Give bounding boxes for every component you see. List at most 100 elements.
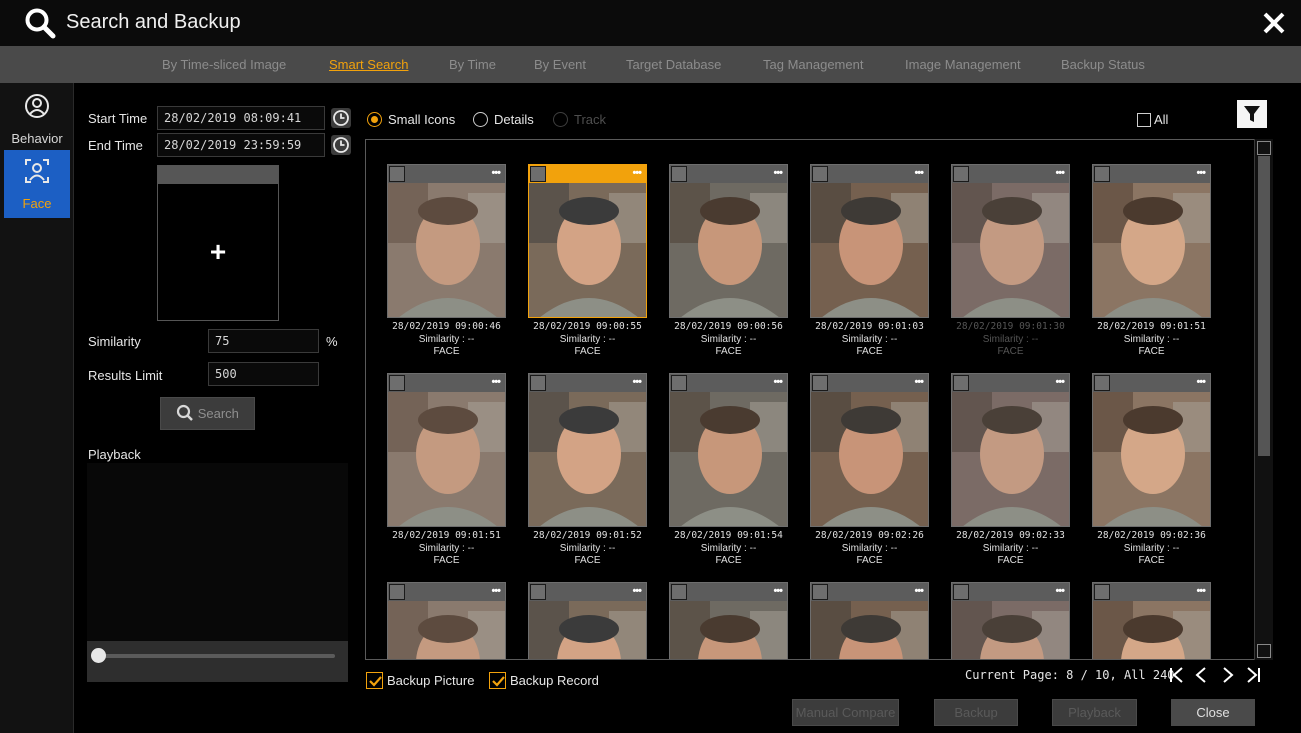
face-photo <box>388 183 505 317</box>
more-options-icon[interactable]: ••• <box>632 376 642 388</box>
result-thumbnail[interactable]: ••• <box>387 164 506 318</box>
more-options-icon[interactable]: ••• <box>773 376 783 388</box>
more-options-icon[interactable]: ••• <box>491 585 501 597</box>
more-options-icon[interactable]: ••• <box>632 167 642 179</box>
search-button[interactable]: Search <box>160 397 255 430</box>
filter-button[interactable] <box>1237 100 1267 128</box>
result-thumbnail[interactable]: ••• <box>1092 582 1211 659</box>
select-all-checkbox[interactable]: All <box>1137 112 1168 127</box>
result-checkbox[interactable] <box>953 375 969 391</box>
end-time-input[interactable]: 28/02/2019 23:59:59 <box>157 133 325 157</box>
result-checkbox[interactable] <box>530 166 546 182</box>
tab-time-sliced-image[interactable]: By Time-sliced Image <box>162 57 286 72</box>
result-checkbox[interactable] <box>953 166 969 182</box>
sidebar-item-behavior[interactable]: Behavior <box>4 85 70 153</box>
more-options-icon[interactable]: ••• <box>773 585 783 597</box>
result-checkbox[interactable] <box>953 584 969 600</box>
more-options-icon[interactable]: ••• <box>914 167 924 179</box>
result-thumbnail[interactable]: ••• <box>669 164 788 318</box>
result-thumbnail[interactable]: ••• <box>1092 164 1211 318</box>
close-icon[interactable] <box>1261 10 1287 36</box>
last-page-icon[interactable] <box>1244 664 1264 686</box>
more-options-icon[interactable]: ••• <box>1055 376 1065 388</box>
result-thumbnail[interactable]: ••• <box>669 373 788 527</box>
result-thumbnail[interactable]: ••• <box>528 582 647 659</box>
result-thumbnail[interactable]: ••• <box>810 582 929 659</box>
result-thumbnail[interactable]: ••• <box>810 164 929 318</box>
scroll-down-icon[interactable] <box>1257 644 1271 658</box>
more-options-icon[interactable]: ••• <box>491 167 501 179</box>
backup-button[interactable]: Backup <box>934 699 1018 726</box>
result-checkbox[interactable] <box>530 375 546 391</box>
more-options-icon[interactable]: ••• <box>1196 167 1206 179</box>
result-thumbnail[interactable]: ••• <box>669 582 788 659</box>
face-image-upload[interactable]: + <box>157 165 279 321</box>
prev-page-icon[interactable] <box>1192 664 1212 686</box>
start-time-input[interactable]: 28/02/2019 08:09:41 <box>157 106 325 130</box>
more-options-icon[interactable]: ••• <box>914 585 924 597</box>
view-small-icons[interactable]: Small Icons <box>367 112 455 127</box>
playback-button[interactable]: Playback <box>1052 699 1137 726</box>
result-similarity: Similarity : -- <box>1123 334 1180 345</box>
more-options-icon[interactable]: ••• <box>1196 376 1206 388</box>
result-checkbox[interactable] <box>812 166 828 182</box>
face-photo <box>811 601 928 659</box>
result-thumbnail[interactable]: ••• <box>810 373 929 527</box>
more-options-icon[interactable]: ••• <box>632 585 642 597</box>
more-options-icon[interactable]: ••• <box>1055 585 1065 597</box>
results-limit-input[interactable]: 500 <box>208 362 319 386</box>
result-thumbnail[interactable]: ••• <box>387 582 506 659</box>
result-timestamp: 28/02/2019 09:01:51 <box>392 530 501 541</box>
playback-seekbar[interactable] <box>87 641 348 682</box>
result-checkbox[interactable] <box>671 584 687 600</box>
result-checkbox[interactable] <box>812 375 828 391</box>
seek-track[interactable] <box>99 654 335 658</box>
result-thumbnail[interactable]: ••• <box>951 582 1070 659</box>
result-thumbnail[interactable]: ••• <box>528 373 647 527</box>
more-options-icon[interactable]: ••• <box>1196 585 1206 597</box>
result-checkbox[interactable] <box>812 584 828 600</box>
result-timestamp: 28/02/2019 09:02:33 <box>956 530 1065 541</box>
results-scrollbar[interactable] <box>1254 139 1273 660</box>
tab-by-time[interactable]: By Time <box>449 57 496 72</box>
result-thumbnail[interactable]: ••• <box>951 164 1070 318</box>
next-page-icon[interactable] <box>1218 664 1238 686</box>
scroll-up-icon[interactable] <box>1257 141 1271 155</box>
more-options-icon[interactable]: ••• <box>914 376 924 388</box>
result-thumbnail[interactable]: ••• <box>951 373 1070 527</box>
clock-icon[interactable] <box>331 135 351 155</box>
result-checkbox[interactable] <box>1094 166 1110 182</box>
backup-record-checkbox[interactable]: Backup Record <box>489 672 599 689</box>
result-checkbox[interactable] <box>671 375 687 391</box>
result-thumbnail[interactable]: ••• <box>1092 373 1211 527</box>
more-options-icon[interactable]: ••• <box>491 376 501 388</box>
tab-image-management[interactable]: Image Management <box>905 57 1021 72</box>
close-button[interactable]: Close <box>1171 699 1255 726</box>
manual-compare-button[interactable]: Manual Compare <box>792 699 899 726</box>
result-checkbox[interactable] <box>389 375 405 391</box>
result-timestamp: 28/02/2019 09:01:54 <box>674 530 783 541</box>
first-page-icon[interactable] <box>1167 664 1187 686</box>
result-thumbnail[interactable]: ••• <box>387 373 506 527</box>
more-options-icon[interactable]: ••• <box>773 167 783 179</box>
result-checkbox[interactable] <box>389 584 405 600</box>
backup-picture-checkbox[interactable]: Backup Picture <box>366 672 474 689</box>
more-options-icon[interactable]: ••• <box>1055 167 1065 179</box>
result-thumbnail[interactable]: ••• <box>528 164 647 318</box>
result-checkbox[interactable] <box>1094 584 1110 600</box>
tab-tag-management[interactable]: Tag Management <box>763 57 863 72</box>
tab-target-database[interactable]: Target Database <box>626 57 721 72</box>
result-checkbox[interactable] <box>389 166 405 182</box>
seek-handle[interactable] <box>91 648 106 663</box>
result-checkbox[interactable] <box>530 584 546 600</box>
result-checkbox[interactable] <box>671 166 687 182</box>
tab-backup-status[interactable]: Backup Status <box>1061 57 1145 72</box>
tab-smart-search[interactable]: Smart Search <box>329 57 408 72</box>
clock-icon[interactable] <box>331 108 351 128</box>
view-details[interactable]: Details <box>473 112 534 127</box>
result-checkbox[interactable] <box>1094 375 1110 391</box>
tab-by-event[interactable]: By Event <box>534 57 586 72</box>
scroll-thumb[interactable] <box>1258 156 1270 456</box>
sidebar-item-face[interactable]: Face <box>4 150 70 218</box>
similarity-input[interactable]: 75 <box>208 329 319 353</box>
